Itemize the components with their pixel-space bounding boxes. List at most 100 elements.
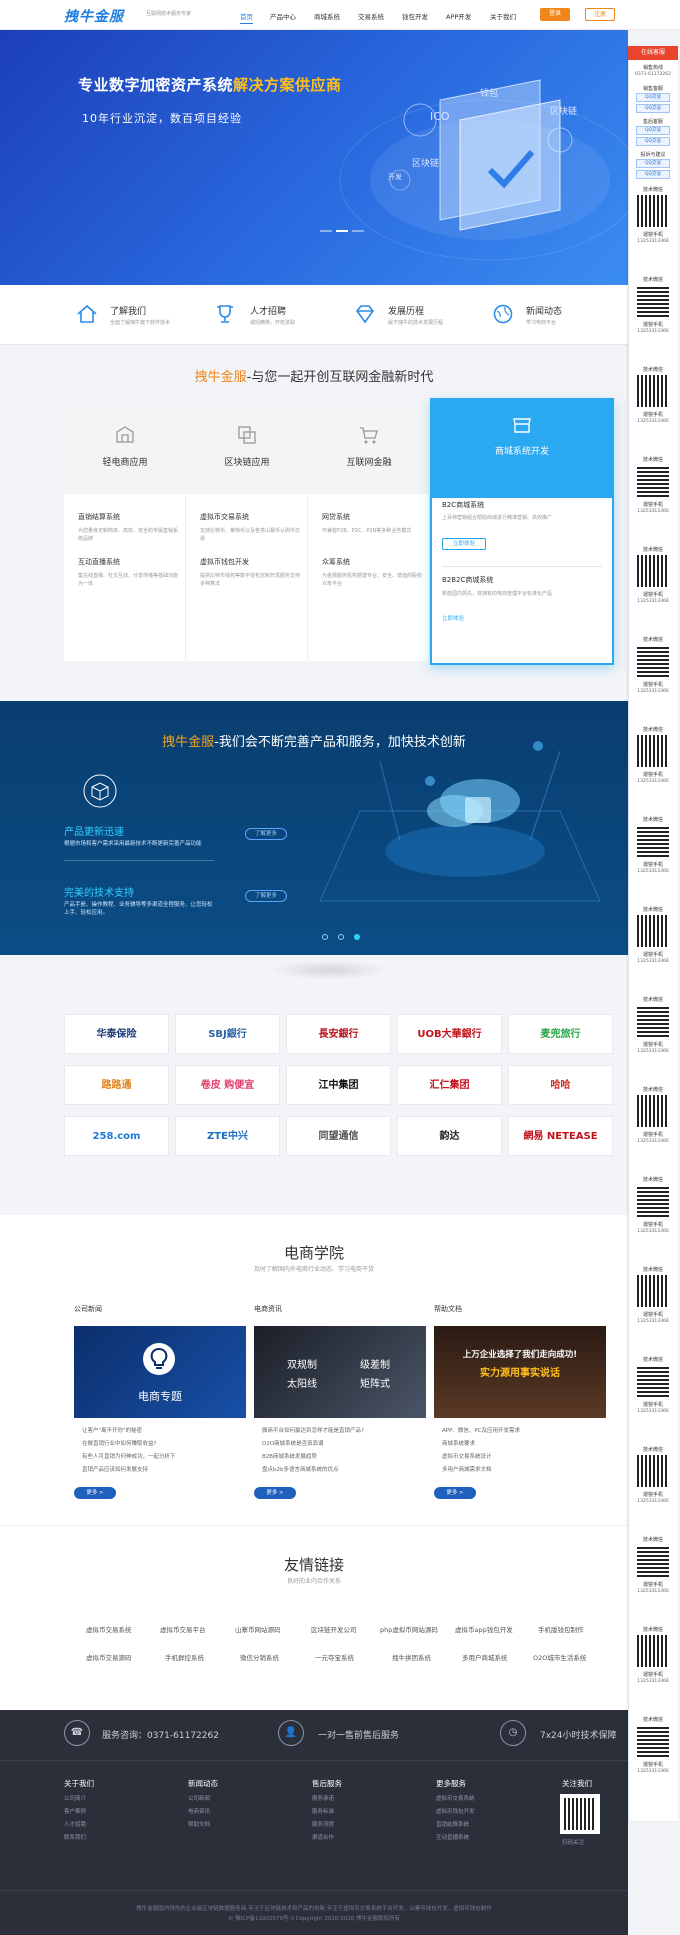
try-now-button[interactable]: 立即体验 <box>442 538 486 550</box>
friend-link[interactable]: 手机版钱包制作 <box>538 1624 584 1634</box>
learn-more-button[interactable]: 了解更多 <box>245 828 287 840</box>
friend-link[interactable]: 虚拟币交易源码 <box>86 1652 132 1662</box>
article-link[interactable]: 直销产品应该如何发展支持 <box>82 1465 148 1473</box>
footer-link[interactable]: 服务承诺 <box>312 1794 334 1802</box>
friend-link[interactable]: php虚拟币网站源码 <box>380 1624 438 1634</box>
more-button[interactable]: 更多 > <box>434 1487 476 1499</box>
partner-logo[interactable]: 長安銀行 <box>286 1014 391 1054</box>
feature-history-title[interactable]: 发展历程 <box>388 304 424 317</box>
footer-link[interactable]: 虚拟币交易系统 <box>436 1794 475 1802</box>
qq-chat-button[interactable]: QQ交谈 <box>636 126 670 135</box>
friend-link[interactable]: 微信分销系统 <box>240 1652 279 1662</box>
article-link[interactable]: 在做直销行业中如何赚取收益? <box>82 1439 156 1447</box>
footer-link[interactable]: 帮助文档 <box>188 1820 210 1828</box>
nav-trade[interactable]: 交易系统 <box>358 11 384 21</box>
partner-logo[interactable]: SBJ銀行 <box>175 1014 280 1054</box>
footer-link[interactable]: 服务流程 <box>312 1820 334 1828</box>
qq-chat-button[interactable]: QQ交谈 <box>636 93 670 102</box>
learn-more-button[interactable]: 了解更多 <box>245 890 287 902</box>
footer-link[interactable]: 互动直播系统 <box>436 1833 469 1841</box>
friend-link[interactable]: O2O城市生活系统 <box>533 1652 586 1662</box>
qq-chat-button[interactable]: QQ交谈 <box>636 104 670 113</box>
partner-logo[interactable]: 汇仁集团 <box>397 1065 502 1105</box>
nav-app[interactable]: APP开发 <box>446 11 471 21</box>
article-link[interactable]: 微商平台如何赢达到怎样才能是直销产品? <box>262 1426 364 1434</box>
footer-link[interactable]: 服务标准 <box>312 1807 334 1815</box>
service-title[interactable]: 轻电商应用 <box>64 455 186 468</box>
service-item-title[interactable]: 众筹系统 <box>322 557 350 567</box>
footer-link[interactable]: 虚拟币钱包开发 <box>436 1807 475 1815</box>
academy-col-head[interactable]: 公司新闻 <box>74 1304 102 1314</box>
partner-logo[interactable]: 網易 NETEASE <box>508 1116 613 1156</box>
footer-link[interactable]: 渠道合作 <box>312 1833 334 1841</box>
side-service-head[interactable]: 在线客服 <box>628 46 678 60</box>
friend-link[interactable]: 虚拟币交易平台 <box>160 1624 206 1634</box>
nav-wallet[interactable]: 钱包开发 <box>402 11 428 21</box>
carousel-dot[interactable] <box>352 230 364 232</box>
nav-mall[interactable]: 商城系统 <box>314 11 340 21</box>
service-card-active-title[interactable]: 商城系统开发 <box>432 444 612 457</box>
friend-link[interactable]: 区块链开发公司 <box>311 1624 357 1634</box>
carousel-dot-active[interactable] <box>354 934 360 940</box>
partner-logo[interactable]: 韵达 <box>397 1116 502 1156</box>
carousel-dot[interactable] <box>338 934 344 940</box>
nav-products[interactable]: 产品中心 <box>270 11 296 21</box>
feature-news-title[interactable]: 新闻动态 <box>526 304 562 317</box>
qq-chat-button[interactable]: QQ交谈 <box>636 170 670 179</box>
article-link[interactable]: 让客户"离不开你"的秘密 <box>82 1426 142 1434</box>
login-button[interactable]: 登录 <box>540 8 570 21</box>
academy-col-head[interactable]: 电商资讯 <box>254 1304 282 1314</box>
footer-link[interactable]: 人才招聘 <box>64 1820 86 1828</box>
partner-logo[interactable]: 麦兜旅行 <box>508 1014 613 1054</box>
logo[interactable]: 拽牛金服 <box>64 6 124 26</box>
article-link[interactable]: APP、微信、PC及应用开发需求 <box>442 1426 520 1434</box>
more-button[interactable]: 更多 > <box>254 1487 296 1499</box>
partner-logo[interactable]: 江中集团 <box>286 1065 391 1105</box>
service-item-title[interactable]: B2C商城系统 <box>442 500 484 510</box>
partner-logo[interactable]: 258.com <box>64 1116 169 1156</box>
friend-link[interactable]: 山寨币网站源码 <box>235 1624 281 1634</box>
article-link[interactable]: B2B商城系统发展趋势 <box>262 1452 317 1460</box>
carousel-dot-active[interactable] <box>336 230 348 232</box>
partner-logo[interactable]: 卷皮 购便宜 <box>175 1065 280 1105</box>
carousel-dot[interactable] <box>322 934 328 940</box>
friend-link[interactable]: 一元夺宝系统 <box>315 1652 354 1662</box>
footer-link[interactable]: 客户案例 <box>64 1807 86 1815</box>
service-title[interactable]: 区块链应用 <box>186 455 308 468</box>
article-link[interactable]: 盘点b2b多语言商城系统的优点 <box>262 1465 338 1473</box>
register-button[interactable]: 注册 <box>585 8 615 21</box>
service-item-title[interactable]: 直销结算系统 <box>78 512 120 522</box>
friend-link[interactable]: 多用户商城系统 <box>462 1652 508 1662</box>
friend-link[interactable]: 拽牛拼团系统 <box>392 1652 431 1662</box>
feature-about-title[interactable]: 了解我们 <box>110 304 146 317</box>
nav-home[interactable]: 首页 <box>240 11 253 24</box>
friend-link[interactable]: 虚拟币app钱包开发 <box>455 1624 513 1634</box>
service-item-title[interactable]: 网贷系统 <box>322 512 350 522</box>
partner-logo[interactable]: 哈哈 <box>508 1065 613 1105</box>
article-link[interactable]: 多用户商城需求文档 <box>442 1465 492 1473</box>
try-now-link[interactable]: 立即体验 <box>442 614 464 622</box>
qq-chat-button[interactable]: QQ交谈 <box>636 137 670 146</box>
service-item-title[interactable]: B2B2C商城系统 <box>442 575 493 585</box>
service-item-title[interactable]: 互动直播系统 <box>78 557 120 567</box>
carousel-dot[interactable] <box>320 230 332 232</box>
article-link[interactable]: 虚拟币交易系统设计 <box>442 1452 492 1460</box>
partner-logo[interactable]: UOB大華銀行 <box>397 1014 502 1054</box>
service-item-title[interactable]: 虚拟币交易系统 <box>200 512 249 522</box>
partner-logo[interactable]: ZTE中兴 <box>175 1116 280 1156</box>
academy-image[interactable] <box>254 1326 426 1418</box>
article-link[interactable]: O2O商城系统是否真靠谱 <box>262 1439 324 1447</box>
feature-jobs-title[interactable]: 人才招聘 <box>250 304 286 317</box>
footer-link[interactable]: 公司简介 <box>64 1794 86 1802</box>
friend-link[interactable]: 手机群控系统 <box>165 1652 204 1662</box>
service-item-title[interactable]: 虚拟币钱包开发 <box>200 557 249 567</box>
partner-logo[interactable]: 路路通 <box>64 1065 169 1105</box>
more-button[interactable]: 更多 > <box>74 1487 116 1499</box>
friend-link[interactable]: 虚拟币交易系统 <box>86 1624 132 1634</box>
footer-link[interactable]: 公司新闻 <box>188 1794 210 1802</box>
qq-chat-button[interactable]: QQ交谈 <box>636 159 670 168</box>
footer-link[interactable]: 电商资讯 <box>188 1807 210 1815</box>
footer-link[interactable]: 联系我们 <box>64 1833 86 1841</box>
nav-about[interactable]: 关于我们 <box>490 11 516 21</box>
article-link[interactable]: 商城系统要求 <box>442 1439 475 1447</box>
